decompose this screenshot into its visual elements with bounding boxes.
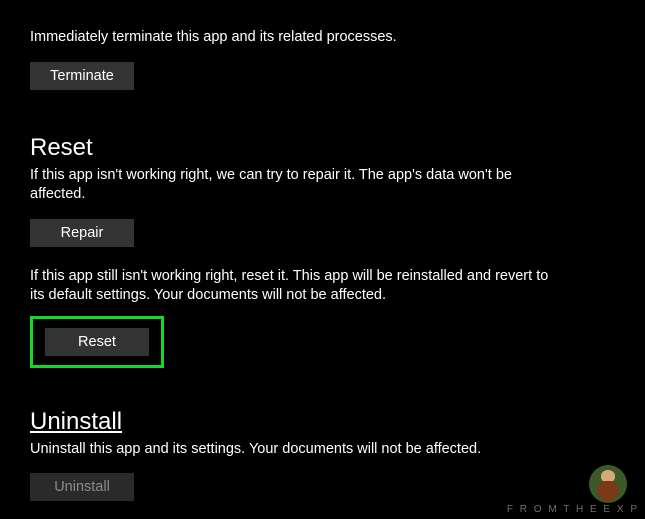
uninstall-description: Uninstall this app and its settings. You… bbox=[30, 440, 550, 460]
uninstall-button[interactable]: Uninstall bbox=[30, 473, 134, 501]
terminate-button[interactable]: Terminate bbox=[30, 62, 134, 90]
uninstall-heading: Uninstall bbox=[30, 408, 615, 436]
reset-button[interactable]: Reset bbox=[45, 328, 149, 356]
reset-heading: Reset bbox=[30, 134, 615, 162]
reset-highlight-box: Reset bbox=[30, 316, 164, 368]
repair-description: If this app isn't working right, we can … bbox=[30, 166, 550, 205]
avatar-icon bbox=[589, 465, 627, 503]
reset-description: If this app still isn't working right, r… bbox=[30, 267, 550, 306]
repair-button[interactable]: Repair bbox=[30, 219, 134, 247]
terminate-description: Immediately terminate this app and its r… bbox=[30, 28, 550, 48]
watermark-text: F R O M T H E E X P bbox=[507, 504, 639, 515]
